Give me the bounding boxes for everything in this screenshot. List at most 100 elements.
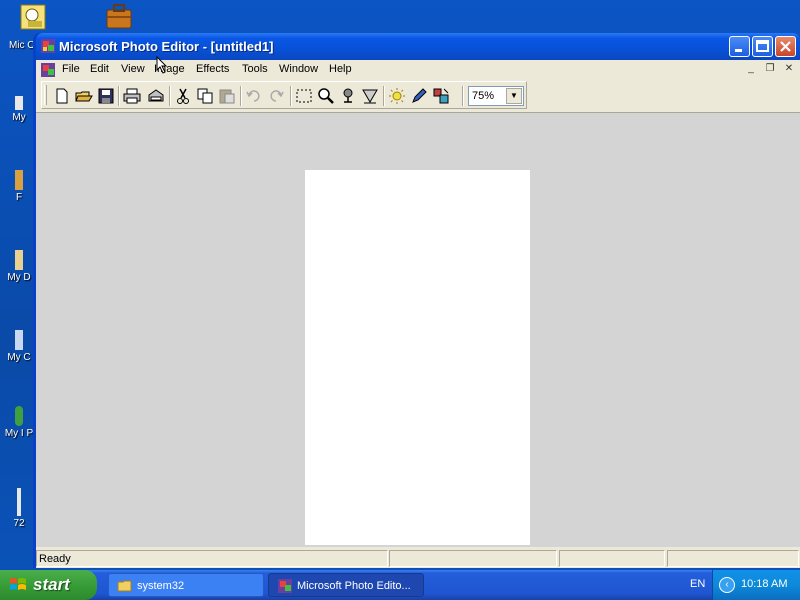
toolbar-separator	[462, 86, 464, 106]
paste-icon	[219, 89, 235, 104]
mdi-minimize-button[interactable]: _	[743, 63, 759, 77]
new-button[interactable]	[52, 86, 72, 106]
menu-edit[interactable]: Edit	[90, 63, 109, 75]
menu-view[interactable]: View	[121, 63, 145, 75]
desktop-icon-label-4[interactable]: My D	[4, 250, 34, 283]
maximize-button[interactable]	[752, 36, 773, 57]
folder-icon	[117, 580, 132, 592]
clock[interactable]: 10:18 AM	[741, 578, 787, 590]
pen-icon	[412, 88, 427, 103]
zoom-value: 75%	[472, 90, 495, 102]
taskbar-item-photo-editor[interactable]: Microsoft Photo Edito...	[268, 573, 424, 597]
desktop-icon-briefcase[interactable]	[102, 2, 136, 32]
zoom-button[interactable]	[316, 86, 336, 106]
paste-button[interactable]	[217, 86, 237, 106]
window-client-area: File Edit View Image Effects Tools Windo…	[36, 60, 800, 568]
cut-button[interactable]	[173, 86, 193, 106]
cut-icon	[177, 88, 189, 104]
my-documents-icon	[15, 96, 23, 110]
print-button[interactable]	[122, 86, 142, 106]
desktop-icon-label-7[interactable]: 72	[4, 488, 34, 529]
close-icon	[780, 41, 791, 52]
redo-icon	[270, 90, 284, 102]
status-panel-4	[667, 550, 799, 567]
desktop-icon-label-6[interactable]: My I P	[4, 406, 34, 439]
maximize-icon	[756, 40, 769, 52]
balance-icon	[389, 88, 405, 104]
outlook-icon	[20, 4, 46, 30]
scan-button[interactable]	[146, 86, 166, 106]
mouse-cursor-icon	[156, 56, 168, 74]
scan-icon	[148, 89, 164, 102]
toolbar-separator	[169, 86, 171, 106]
zoom-icon	[318, 88, 334, 104]
window-title: Microsoft Photo Editor - [untitled1]	[59, 39, 274, 54]
select-icon	[296, 89, 312, 103]
print-icon	[123, 88, 141, 104]
balance-button[interactable]	[387, 86, 407, 106]
zoom-select[interactable]: 75% ▼	[468, 86, 524, 106]
folder-icon	[15, 170, 23, 190]
recycle-bin-icon	[17, 488, 21, 516]
undo-button[interactable]	[244, 86, 264, 106]
status-text: Ready	[36, 550, 388, 567]
new-icon	[56, 88, 68, 104]
briefcase-icon	[106, 4, 132, 29]
language-indicator[interactable]: EN	[690, 578, 705, 590]
menu-tools[interactable]: Tools	[242, 63, 268, 75]
select-button[interactable]	[294, 86, 314, 106]
menu-file[interactable]: File	[62, 63, 80, 75]
title-bar[interactable]: Microsoft Photo Editor - [untitled1]	[36, 33, 800, 60]
toolbar-separator	[290, 86, 292, 106]
save-button[interactable]	[96, 86, 116, 106]
system-tray: ‹ 10:18 AM	[712, 570, 800, 600]
mdi-close-button[interactable]: ✕	[781, 63, 797, 77]
standard-toolbar: 75% ▼	[41, 81, 527, 109]
desktop-icon-label-5[interactable]: My C	[4, 330, 34, 363]
document-icon[interactable]	[40, 62, 56, 78]
desktop-icon-label-3[interactable]: F	[4, 170, 34, 203]
menu-help[interactable]: Help	[329, 63, 352, 75]
pen-button[interactable]	[409, 86, 429, 106]
toolbar-grip[interactable]	[44, 85, 47, 105]
transparent-icon	[433, 88, 449, 104]
open-icon	[75, 91, 93, 102]
status-panel-3	[559, 550, 665, 567]
my-documents-folder-icon	[15, 250, 23, 270]
taskbar-item-system32[interactable]: system32	[108, 573, 264, 597]
image-workspace[interactable]	[36, 112, 800, 547]
copy-button[interactable]	[195, 86, 215, 106]
status-panel-2	[389, 550, 557, 567]
photo-editor-app-icon[interactable]	[40, 38, 56, 54]
menu-effects[interactable]: Effects	[196, 63, 229, 75]
transparent-button[interactable]	[431, 86, 451, 106]
smudge-button[interactable]	[338, 86, 358, 106]
close-button[interactable]	[775, 36, 796, 57]
desktop-icon-label-2[interactable]: My	[4, 96, 34, 123]
save-icon	[98, 88, 114, 104]
chevron-down-icon[interactable]: ▼	[506, 88, 522, 104]
toolbar-separator	[240, 86, 242, 106]
toolbar-separator	[118, 86, 120, 106]
minimize-button[interactable]	[729, 36, 750, 57]
minimize-icon	[735, 49, 742, 52]
mdi-restore-button[interactable]: ❐	[762, 63, 778, 77]
status-bar: Ready	[36, 548, 800, 568]
start-button[interactable]: start	[0, 570, 97, 600]
redo-button[interactable]	[266, 86, 286, 106]
taskbar-item-label: system32	[137, 580, 185, 592]
taskbar: start system32 Microsoft Photo Edito... …	[0, 570, 800, 600]
my-computer-icon	[15, 330, 23, 350]
sharpen-icon	[362, 89, 378, 104]
open-button[interactable]	[74, 86, 94, 106]
sharpen-button[interactable]	[360, 86, 380, 106]
photo-editor-app-icon	[278, 579, 292, 593]
copy-icon	[197, 88, 213, 104]
desktop-icon-microsoft-outlook[interactable]	[14, 4, 52, 32]
menu-bar: File Edit View Image Effects Tools Windo…	[36, 60, 800, 80]
network-places-icon	[15, 406, 23, 426]
photo-editor-window: Microsoft Photo Editor - [untitled1] Fil…	[33, 33, 800, 568]
image-canvas[interactable]	[305, 170, 530, 545]
menu-window[interactable]: Window	[279, 63, 318, 75]
chevron-left-icon[interactable]: ‹	[719, 577, 735, 593]
